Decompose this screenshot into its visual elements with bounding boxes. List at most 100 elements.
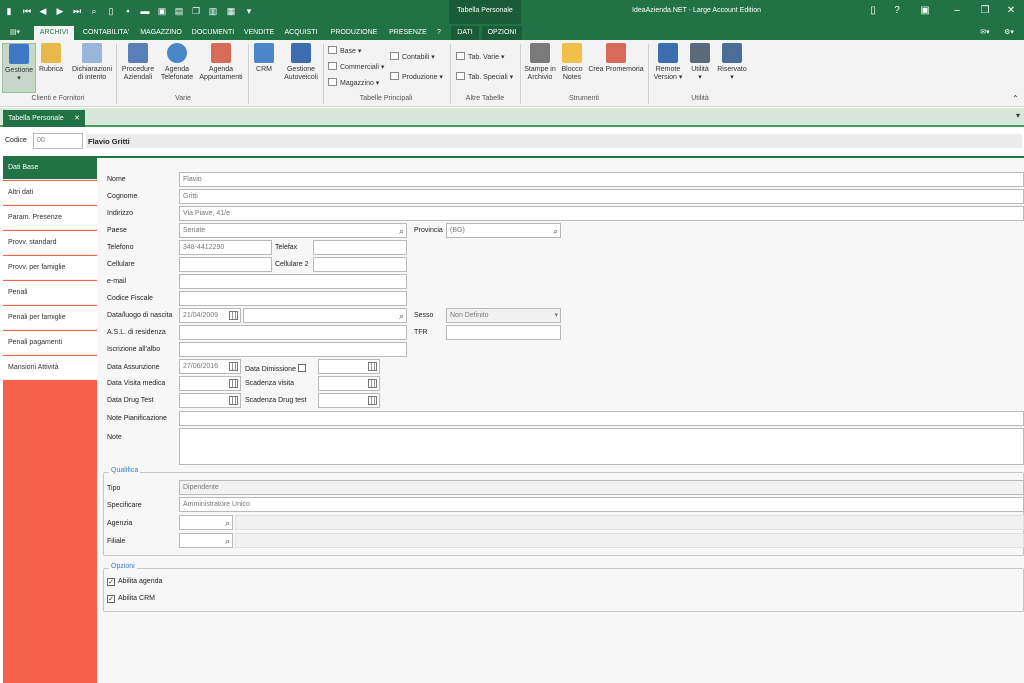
minimize-icon[interactable]: – [950,5,964,16]
close-tab-icon[interactable]: ✕ [74,110,80,127]
save-icon[interactable]: ▬ [140,6,150,17]
calendar-icon[interactable] [229,362,238,371]
calendar-icon[interactable] [368,396,377,405]
commerciali-dropdown[interactable]: Commerciali ▾ [328,62,384,73]
print-icon[interactable]: ▣ [157,6,167,17]
magazzino-dropdown[interactable]: Magazzino ▾ [328,78,379,89]
abilita-agenda-checkbox[interactable]: ✓ [107,578,115,586]
help-icon[interactable]: ? [890,5,904,16]
contabili-dropdown[interactable]: Contabili ▾ [390,52,435,63]
abilita-agenda-option[interactable]: ✓ Abilita agenda [107,578,162,586]
search-icon[interactable]: ⌕ [553,225,558,237]
close-icon[interactable]: ✕ [1004,5,1018,16]
utilita-button[interactable]: Utilità ▾ [688,43,712,82]
calendar-icon[interactable] [229,379,238,388]
sidebar-item-provv-famiglie[interactable]: Provv. per famiglie [3,256,97,280]
data-nascita-field[interactable]: 21/04/2009 [179,308,241,323]
sesso-select[interactable]: Non Definito ▾ [446,308,561,323]
sidebar-item-penali-famiglie[interactable]: Penali per famiglie [3,306,97,330]
tab-presenze[interactable]: PRESENZE [386,26,430,40]
riservato-button[interactable]: Riservato ▾ [716,43,748,82]
sidebar-item-penali[interactable]: Penali [3,281,97,305]
agenda-telefonate-button[interactable]: Agenda Telefonate [158,43,196,82]
indirizzo-field[interactable]: Via Piave, 41/e [179,206,1024,221]
search-icon[interactable]: ⌕ [399,225,404,237]
excel-icon[interactable]: ▦ [226,6,236,17]
sidebar-item-param-presenze[interactable]: Param. Presenze [3,206,97,230]
tab-opzioni[interactable]: OPZIONI [482,26,522,40]
app-menu-icon[interactable]: ▮ [4,6,14,17]
tab-contabilita[interactable]: CONTABILITA' [78,26,134,40]
tab-archivi[interactable]: ARCHIVI [34,26,74,40]
sidebar-item-penali-pagamenti[interactable]: Penali pagamenti [3,331,97,355]
calendar-icon[interactable] [229,311,238,320]
paese-field[interactable]: Seriate ⌕ [179,223,407,238]
base-dropdown[interactable]: Base ▾ [328,46,361,57]
filiale-field[interactable]: ⌕ [179,533,233,548]
tfr-field[interactable] [446,325,561,340]
scadenza-drug-field[interactable] [318,393,380,408]
cellulare2-field[interactable] [313,257,407,272]
calendar-icon[interactable] [229,396,238,405]
search-icon[interactable]: ⌕ [225,517,230,529]
agenzia-field[interactable]: ⌕ [179,515,233,530]
search-icon[interactable]: ⌕ [89,6,99,17]
customize-icon[interactable]: ▾ [244,6,254,17]
tab-speciali-dropdown[interactable]: Tab. Speciali ▾ [456,72,513,83]
collapse-ribbon-icon[interactable]: ⌃ [1012,94,1019,104]
settings-icon[interactable]: ⚙▾ [998,26,1020,40]
calendar-icon[interactable] [368,379,377,388]
sidebar-item-dati-base[interactable]: Dati Base [3,156,97,180]
note-pianificazione-field[interactable] [179,411,1024,426]
sidebar-item-mansioni[interactable]: Mansioni Attività [3,356,97,380]
blocco-notes-button[interactable]: Blocco Notes [560,43,584,82]
new-icon[interactable]: ▯ [106,6,116,17]
tab-help[interactable]: ? [432,26,446,40]
data-drug-field[interactable] [179,393,241,408]
first-record-icon[interactable]: ⏮ [22,6,32,17]
dichiarazioni-button[interactable]: Dichiarazioni di intento [70,43,114,82]
procedure-button[interactable]: Procedure Aziendali [120,43,156,82]
search-icon[interactable]: ⌕ [225,535,230,547]
albo-field[interactable] [179,342,407,357]
produzione-dropdown[interactable]: Produzione ▾ [390,72,443,83]
prev-record-icon[interactable]: ◀ [38,6,48,17]
gestione-button[interactable]: Gestione ▾ [2,43,36,93]
autoveicoli-button[interactable]: Gestione Autoveicoli [282,43,320,82]
data-dimissione-field[interactable] [318,359,380,374]
tab-acquisti[interactable]: ACQUISTI [281,26,321,40]
tab-dati[interactable]: DATI [451,26,479,40]
tab-magazzino[interactable]: MAGAZZINO [138,26,184,40]
layout-icon[interactable]: ▣ [918,5,932,16]
cellulare-field[interactable] [179,257,272,272]
next-record-icon[interactable]: ▶ [55,6,65,17]
scadenza-visita-field[interactable] [318,376,380,391]
report-icon[interactable]: ▤ [174,6,184,17]
abilita-crm-checkbox[interactable]: ✓ [107,595,115,603]
doc-tab-tabella-personale[interactable]: Tabella Personale ✕ [3,110,85,127]
sidebar-item-provv-standard[interactable]: Provv. standard [3,231,97,255]
asl-field[interactable] [179,325,407,340]
luogo-nascita-field[interactable]: ⌕ [243,308,407,323]
tab-vendite[interactable]: VENDITE [241,26,277,40]
tab-documenti[interactable]: DOCUMENTI [188,26,238,40]
stampe-button[interactable]: Stampe in Archivio [524,43,556,82]
restore-icon[interactable]: ❐ [978,5,992,16]
note-textarea[interactable] [179,428,1024,465]
copy-icon[interactable]: ❐ [191,6,201,17]
codice-fiscale-field[interactable] [179,291,407,306]
calendar-icon[interactable] [368,362,377,371]
nome-field[interactable]: Flavio [179,172,1024,187]
promemoria-button[interactable]: Crea Promemoria [588,43,644,74]
abilita-crm-option[interactable]: ✓ Abilita CRM [107,595,155,603]
telefono-field[interactable]: 348-4412290 [179,240,272,255]
file-menu-icon[interactable]: ▤▾ [4,26,26,40]
agenda-appuntamenti-button[interactable]: Agenda Appuntamenti [198,43,244,82]
tab-varie-dropdown[interactable]: Tab. Varie ▾ [456,52,504,63]
tipo-field[interactable]: Dipendente [179,480,1024,495]
specificare-field[interactable]: Amministratore Unico [179,497,1024,512]
rubrica-button[interactable]: Rubrica [38,43,64,74]
sidebar-item-altri-dati[interactable]: Altri dati [3,181,97,205]
book-icon[interactable]: ▥ [208,6,218,17]
remote-version-button[interactable]: Remote Version ▾ [652,43,684,82]
